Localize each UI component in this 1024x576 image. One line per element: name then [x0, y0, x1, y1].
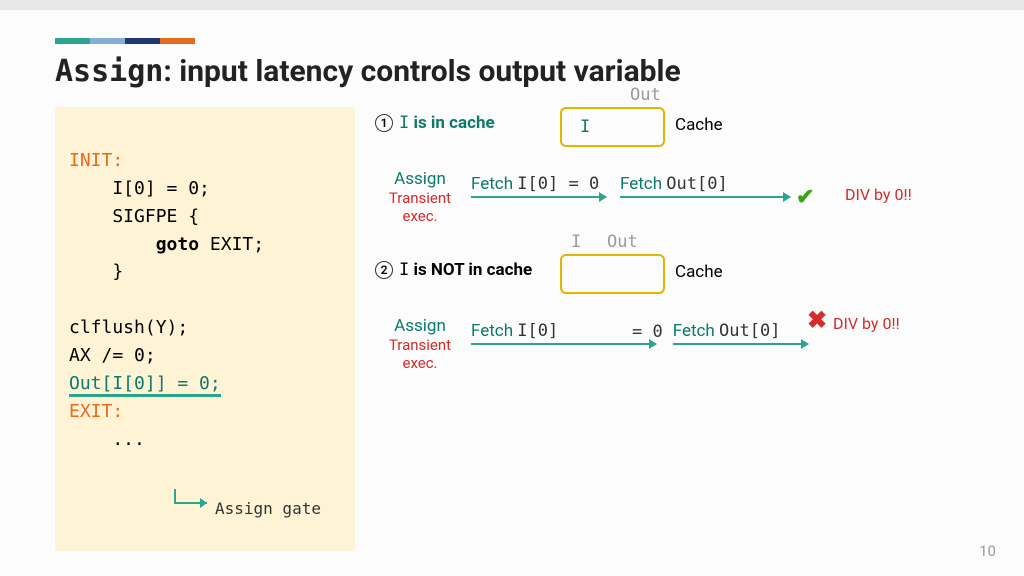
fetch-i0-label: Fetch I[0] — [471, 321, 558, 341]
step-number-icon: 1 — [375, 114, 393, 132]
cross-icon: ✖ — [807, 306, 827, 334]
slide-body: INIT: I[0] = 0; SIGFPE { goto EXIT; } cl… — [0, 107, 1024, 551]
diagram-area: Out 1 I is in cache I Cache Assign Trans… — [375, 107, 985, 551]
step-number-icon: 2 — [375, 261, 393, 279]
div-by-zero-label: DIV by 0!! — [833, 314, 900, 333]
arrow-icon — [167, 487, 215, 517]
fetch-out0-label: Fetch Out[0] — [620, 174, 728, 194]
arrow-icon — [471, 196, 606, 198]
arrow-icon — [620, 196, 790, 198]
title-keyword: Assign — [55, 54, 163, 89]
cache-box-empty — [560, 254, 665, 294]
assign-column: Assign Transient exec. — [375, 169, 465, 225]
fetch-out0-label: Fetch Out[0] — [673, 321, 781, 341]
code-line: } — [69, 261, 123, 282]
slide-title: Assign: input latency controls output va… — [55, 54, 1024, 89]
title-rest: : input latency controls output variable — [163, 54, 680, 89]
assign-gate-label: Assign gate — [215, 497, 321, 522]
timeline-2: Assign Transient exec. Fetch I[0] = 0 Fe… — [375, 316, 808, 372]
transient-label: Transient exec. — [375, 336, 465, 372]
cache-label: Cache — [675, 262, 723, 282]
code-assign-line: Out[I[0]] = 0; — [69, 374, 221, 397]
window-top-bar — [0, 0, 1024, 10]
timeline-1: Assign Transient exec. Fetch I[0] = 0 Fe… — [375, 169, 814, 225]
code-line: I[0] = 0; — [69, 178, 210, 199]
cache-box: I — [560, 107, 665, 147]
fetch-i0-label: Fetch I[0] = 0 — [471, 174, 599, 194]
case-2-heading: 2 I is NOT in cache — [375, 260, 532, 280]
assign-label: Assign — [375, 316, 465, 336]
arrow-icon — [673, 343, 808, 345]
case-2: I Out 2 I is NOT in cache Cache Assign T… — [375, 254, 985, 379]
code-line: clflush(Y); — [69, 317, 188, 338]
i-ghost-label: I — [571, 232, 581, 252]
div-by-zero-label: DIV by 0!! — [845, 185, 912, 204]
equals-label: = 0 — [632, 322, 663, 342]
arrow-icon — [471, 343, 656, 345]
cache-label: Cache — [675, 115, 723, 135]
assign-column: Assign Transient exec. — [375, 316, 465, 372]
code-line: AX /= 0; — [69, 345, 156, 366]
accent-bar — [55, 38, 1024, 44]
out-ghost-label: Out — [607, 232, 638, 252]
case-1: Out 1 I is in cache I Cache Assign Trans… — [375, 107, 985, 232]
out-ghost-label: Out — [630, 85, 661, 105]
code-line: SIGFPE { — [69, 206, 199, 227]
case-1-heading: 1 I is in cache — [375, 113, 495, 133]
code-label-exit: EXIT: — [69, 401, 123, 422]
check-icon: ✔ — [796, 185, 814, 210]
code-block: INIT: I[0] = 0; SIGFPE { goto EXIT; } cl… — [55, 107, 355, 551]
code-label-init: INIT: — [69, 150, 123, 171]
cache-content-I: I — [580, 117, 590, 137]
assign-label: Assign — [375, 169, 465, 189]
code-line: ... — [69, 429, 145, 450]
code-line: goto EXIT; — [69, 234, 264, 255]
transient-label: Transient exec. — [375, 189, 465, 225]
page-number: 10 — [979, 542, 996, 560]
